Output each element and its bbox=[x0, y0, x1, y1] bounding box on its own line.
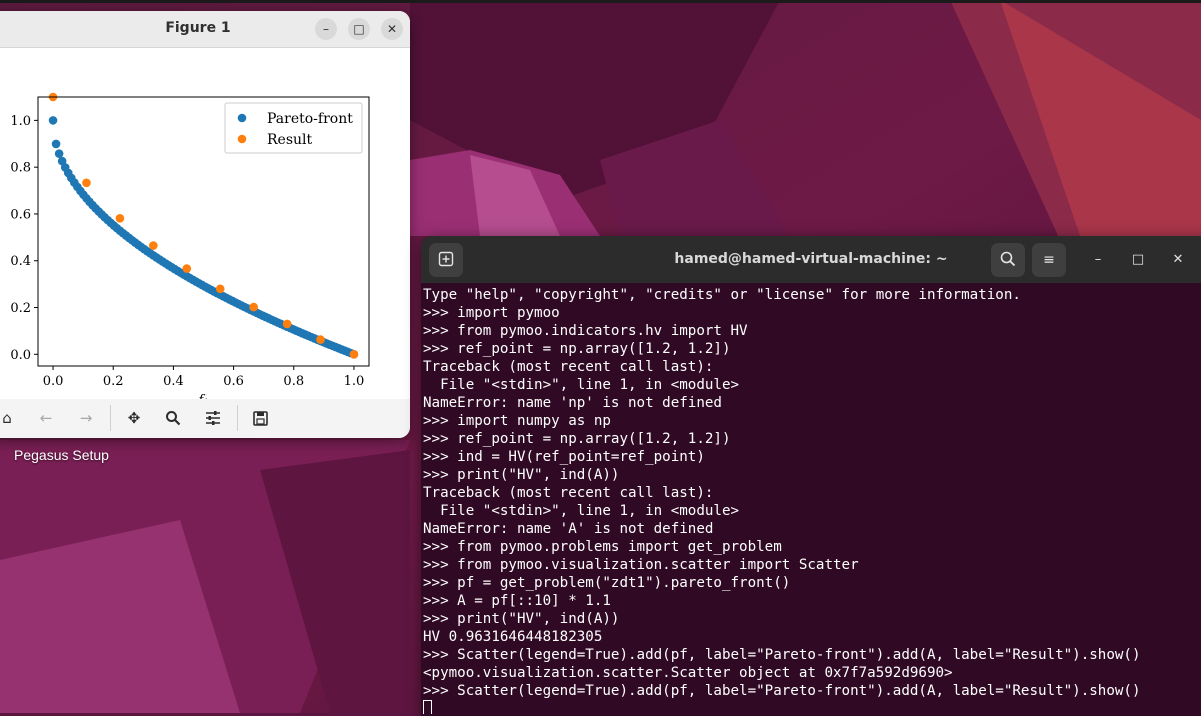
desktop-icon-label[interactable]: Pegasus Setup bbox=[14, 447, 109, 463]
terminal-line: NameError: name 'np' is not defined bbox=[423, 395, 722, 411]
terminal-cursor bbox=[423, 700, 432, 714]
x-tick-label: 0.0 bbox=[43, 374, 64, 389]
y-tick-label: 0.4 bbox=[10, 254, 31, 269]
result-point bbox=[316, 335, 325, 344]
close-button[interactable]: ✕ bbox=[1169, 251, 1187, 269]
legend-label: Result bbox=[267, 132, 313, 148]
home-icon[interactable]: ⌂ bbox=[0, 407, 19, 429]
forward-icon[interactable]: → bbox=[74, 407, 98, 429]
result-point bbox=[115, 213, 125, 223]
terminal-line: >>> Scatter(legend=True).add(pf, label="… bbox=[423, 683, 1141, 699]
figure-canvas[interactable]: 0.00.20.40.60.81.00.00.20.40.60.81.0f₁ P… bbox=[0, 48, 410, 408]
terminal-cursor-line bbox=[423, 700, 1201, 714]
terminal-line: >>> from pymoo.visualization.scatter imp… bbox=[423, 557, 859, 573]
pareto-front-point bbox=[48, 116, 58, 125]
x-tick-label: 0.4 bbox=[163, 374, 184, 389]
terminal-window: hamed@hamed-virtual-machine: ~ ≡ – □ ✕ T… bbox=[421, 236, 1201, 716]
terminal-line: >>> from pymoo.problems import get_probl… bbox=[423, 539, 782, 555]
terminal-line: >>> A = pf[::10] * 1.1 bbox=[423, 593, 611, 609]
y-tick-label: 1.0 bbox=[10, 114, 31, 129]
minimize-button[interactable]: – bbox=[1089, 251, 1107, 269]
result-point bbox=[215, 284, 225, 294]
terminal-line: >>> pf = get_problem("zdt1").pareto_fron… bbox=[423, 575, 791, 591]
terminal-line: Traceback (most recent call last): bbox=[423, 485, 714, 501]
terminal-line: >>> ref_point = np.array([1.2, 1.2]) bbox=[423, 431, 731, 447]
x-tick-label: 1.0 bbox=[344, 374, 365, 389]
result-point bbox=[82, 178, 91, 188]
legend-marker bbox=[237, 134, 247, 144]
figure-titlebar[interactable]: Figure 1 – □ ✕ bbox=[0, 11, 410, 48]
terminal-line: HV 0.9631646448182305 bbox=[423, 629, 603, 645]
x-tick-label: 0.6 bbox=[223, 374, 244, 389]
close-button[interactable]: ✕ bbox=[381, 18, 403, 40]
result-point bbox=[182, 264, 192, 273]
save-icon[interactable] bbox=[248, 407, 272, 429]
toolbar-separator bbox=[237, 405, 238, 431]
y-tick-label: 0.8 bbox=[10, 161, 31, 176]
terminal-line: File "<stdin>", line 1, in <module> bbox=[423, 503, 740, 519]
x-tick-label: 0.2 bbox=[103, 374, 124, 389]
zoom-icon[interactable] bbox=[161, 407, 185, 429]
terminal-line: >>> print("HV", ind(A)) bbox=[423, 611, 620, 627]
figure-window: Figure 1 – □ ✕ 0.0 0.2 0.4 0.6 0.8 1.0 0.0 0.2 0… bbox=[0, 11, 410, 438]
pan-icon[interactable]: ✥ bbox=[122, 407, 146, 429]
terminal-line: >>> import pymoo bbox=[423, 305, 560, 321]
matplotlib-toolbar: ⌂ ← → ✥ bbox=[0, 399, 410, 438]
y-tick-label: 0.0 bbox=[10, 348, 31, 363]
top-bar bbox=[0, 0, 1201, 3]
back-icon[interactable]: ← bbox=[34, 407, 58, 429]
legend-label: Pareto-front bbox=[267, 111, 353, 127]
terminal-line: File "<stdin>", line 1, in <module> bbox=[423, 377, 740, 393]
result-point bbox=[282, 319, 292, 329]
terminal-line: >>> Scatter(legend=True).add(pf, label="… bbox=[423, 647, 1141, 663]
legend-marker bbox=[237, 113, 247, 123]
y-tick-label: 0.6 bbox=[10, 207, 31, 222]
result-point bbox=[149, 241, 158, 250]
scatter-plot: 0.00.20.40.60.81.00.00.20.40.60.81.0f₁ P… bbox=[10, 92, 370, 408]
terminal-line: >>> ind = HV(ref_point=ref_point) bbox=[423, 449, 705, 465]
terminal-output[interactable]: Type "help", "copyright", "credits" or "… bbox=[423, 286, 1201, 714]
terminal-line: Type "help", "copyright", "credits" or "… bbox=[423, 287, 1021, 303]
terminal-line: <pymoo.visualization.scatter.Scatter obj… bbox=[423, 665, 953, 681]
search-icon[interactable] bbox=[991, 243, 1025, 277]
toolbar-separator bbox=[110, 405, 111, 431]
menu-icon[interactable]: ≡ bbox=[1032, 243, 1066, 277]
x-tick-label: 0.8 bbox=[283, 374, 304, 389]
pareto-front-point bbox=[51, 139, 61, 149]
y-tick-label: 0.2 bbox=[10, 301, 31, 316]
terminal-title: hamed@hamed-virtual-machine: ~ bbox=[674, 251, 948, 267]
terminal-line: >>> from pymoo.indicators.hv import HV bbox=[423, 323, 748, 339]
terminal-line: NameError: name 'A' is not defined bbox=[423, 521, 714, 537]
terminal-line: Traceback (most recent call last): bbox=[423, 359, 714, 375]
result-point bbox=[249, 302, 258, 312]
configure-subplots-icon[interactable] bbox=[201, 407, 225, 429]
maximize-button[interactable]: □ bbox=[1129, 251, 1147, 269]
terminal-line: >>> print("HV", ind(A)) bbox=[423, 467, 620, 483]
terminal-line: >>> import numpy as np bbox=[423, 413, 611, 429]
terminal-headerbar[interactable]: hamed@hamed-virtual-machine: ~ ≡ – □ ✕ bbox=[421, 236, 1201, 283]
minimize-button[interactable]: – bbox=[315, 18, 337, 40]
pareto-front-point bbox=[54, 149, 64, 158]
terminal-line: >>> ref_point = np.array([1.2, 1.2]) bbox=[423, 341, 731, 357]
result-point bbox=[349, 350, 359, 359]
maximize-button[interactable]: □ bbox=[348, 18, 370, 40]
